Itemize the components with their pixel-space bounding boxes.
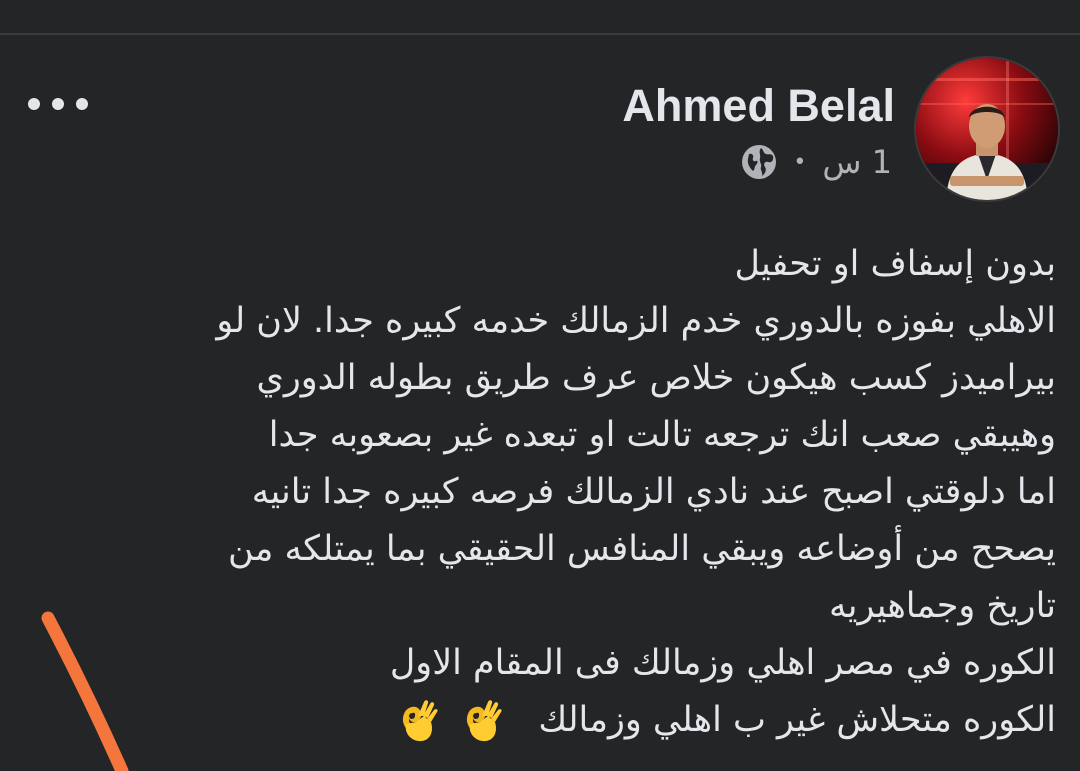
post-line: الكوره متحلاش غير ب اهلي وزمالك <box>538 700 1056 740</box>
post-line-with-emoji: الكوره متحلاش غير ب اهلي وزمالك <box>36 692 1056 749</box>
more-options-icon <box>28 98 40 110</box>
more-options-button[interactable] <box>28 88 88 120</box>
post-body: بدون إسفاف او تحفيل الاهلي بفوزه بالدوري… <box>36 236 1056 749</box>
post-line: يصحح من أوضاعه ويبقي المنافس الحقيقي بما… <box>228 529 1056 569</box>
more-options-icon-dot <box>76 98 88 110</box>
ok-hand-emoji-icon <box>403 700 439 742</box>
post-line: الكوره في مصر اهلي وزمالك فى المقام الاو… <box>389 643 1056 683</box>
avatar[interactable] <box>916 58 1058 200</box>
post-line: تاريخ وجماهيريه <box>828 586 1056 626</box>
post-line: اما دلوقتي اصبح عند نادي الزمالك فرصه كب… <box>251 472 1056 512</box>
post-line: وهيبقي صعب انك ترجعه تالت او تبعده غير ب… <box>268 415 1056 455</box>
post-line: بدون إسفاف او تحفيل <box>734 244 1056 284</box>
post-meta: • 1 س <box>741 142 892 182</box>
top-divider <box>0 33 1080 35</box>
globe-icon[interactable] <box>741 144 777 180</box>
post-timestamp[interactable]: 1 س <box>822 143 892 181</box>
post-line: الاهلي بفوزه بالدوري خدم الزمالك خدمه كب… <box>216 301 1056 341</box>
ok-hand-emoji-icon <box>467 700 503 742</box>
avatar-photo <box>916 58 1058 200</box>
more-options-icon-dot <box>52 98 64 110</box>
meta-separator: • <box>793 149 807 175</box>
emoji-group <box>394 696 508 746</box>
author-name[interactable]: Ahmed Belal <box>622 80 895 132</box>
post-line: بيراميدز كسب هيكون خلاص عرف طريق بطوله ا… <box>256 358 1056 398</box>
